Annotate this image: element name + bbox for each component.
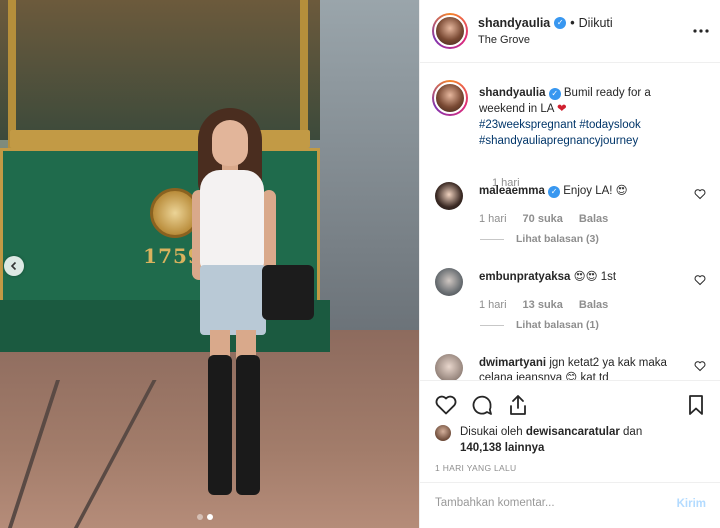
like-heart-icon[interactable] <box>434 393 458 417</box>
liker-username[interactable]: dewisancaratular <box>526 426 620 438</box>
post-header: shandyaulia ✓ • Diikuti The Grove <box>420 0 720 63</box>
caption-text: shandyaulia ✓ Bumil ready for a weekend … <box>479 85 689 149</box>
post-timestamp[interactable]: 1 HARI YANG LALU <box>435 463 517 473</box>
heart-outline-icon[interactable] <box>694 360 706 372</box>
verified-badge-icon: ✓ <box>554 17 567 29</box>
more-options-button[interactable] <box>693 20 709 38</box>
hashtag-link[interactable]: #23weekspregnant <box>479 119 576 131</box>
comment-text: embunpratyaksa 😍😍 1st <box>479 270 689 285</box>
comment-likes[interactable]: 70 suka <box>523 213 563 225</box>
verified-badge-icon: ✓ <box>548 88 561 100</box>
bookmark-icon[interactable] <box>684 393 708 417</box>
avatar[interactable] <box>435 354 463 380</box>
chevron-left-icon <box>10 261 17 271</box>
send-comment-button[interactable]: Kirim <box>677 498 706 510</box>
likes-and: dan <box>623 426 643 438</box>
separator-dot: • <box>570 16 575 30</box>
photo-building <box>309 0 419 330</box>
comment-text: maleaemma ✓ Enjoy LA! 😍 <box>479 184 689 199</box>
follow-status[interactable]: Diikuti <box>579 16 613 30</box>
view-replies-button[interactable]: Lihat balasan (1) <box>480 319 599 331</box>
divider <box>480 324 504 326</box>
reply-button[interactable]: Balas <box>579 213 608 225</box>
view-replies-label: Lihat balasan (3) <box>516 233 599 245</box>
share-upload-icon[interactable] <box>506 393 530 417</box>
handbag <box>262 265 314 320</box>
verified-badge-icon: ✓ <box>548 186 561 198</box>
avatar[interactable] <box>435 182 463 210</box>
avatar[interactable] <box>432 13 468 49</box>
header-username[interactable]: shandyaulia <box>478 16 550 30</box>
carousel-prev-button[interactable] <box>4 256 24 276</box>
comment-input[interactable] <box>435 497 645 509</box>
carousel-dot <box>197 514 203 520</box>
heart-emoji: ❤ <box>557 103 567 115</box>
header-user: shandyaulia ✓ • Diikuti <box>478 16 613 30</box>
reply-button[interactable]: Balas <box>579 299 608 311</box>
view-replies-button[interactable]: Lihat balasan (3) <box>480 233 599 245</box>
comment-username[interactable]: maleaemma <box>479 185 545 197</box>
comment-username[interactable]: embunpratyaksa <box>479 271 570 283</box>
add-comment-bar: Kirim <box>420 482 720 528</box>
heart-outline-icon[interactable] <box>694 274 706 286</box>
carousel-dots <box>197 514 213 520</box>
carousel-dot-active <box>207 514 213 520</box>
more-horizontal-icon <box>693 29 709 33</box>
comment-likes[interactable]: 13 suka <box>523 299 563 311</box>
avatar[interactable] <box>432 80 468 116</box>
likes-text: Disukai oleh dewisancaratular dan 140,13… <box>460 424 710 456</box>
likes-others-link[interactable]: 140,138 lainnya <box>460 442 544 454</box>
heart-outline-icon[interactable] <box>694 188 706 200</box>
comment-body: 😍😍 1st <box>573 271 617 283</box>
location-link[interactable]: The Grove <box>478 34 530 46</box>
comment-body: Enjoy LA! 😍 <box>563 185 628 197</box>
comment-time[interactable]: 1 hari <box>479 213 507 225</box>
post-sidebar: shandyaulia ✓ • Diikuti The Grove shandy… <box>419 0 720 528</box>
view-replies-label: Lihat balasan (1) <box>516 319 599 331</box>
likes-prefix: Disukai oleh <box>460 426 523 438</box>
comment-time[interactable]: 1 hari <box>479 299 507 311</box>
comment-text: dwimartyani jgn ketat2 ya kak maka celan… <box>479 356 689 380</box>
comment-username[interactable]: dwimartyani <box>479 357 546 369</box>
post-photo[interactable]: 1759 <box>0 0 419 528</box>
avatar[interactable] <box>435 425 451 441</box>
woman-figure <box>180 100 314 500</box>
comment-bubble-icon[interactable] <box>470 393 494 417</box>
comment-meta: 1 hari 13 suka Balas <box>479 299 608 311</box>
avatar[interactable] <box>435 268 463 296</box>
comment-meta: 1 hari 70 suka Balas <box>479 213 608 225</box>
divider <box>480 238 504 240</box>
caption-username[interactable]: shandyaulia <box>479 87 545 99</box>
action-bar <box>420 380 720 428</box>
hashtag-link[interactable]: #shandyauliapregnancyjourney <box>479 135 638 147</box>
comments-list[interactable]: shandyaulia ✓ Bumil ready for a weekend … <box>420 64 720 380</box>
hashtag-link[interactable]: #todayslook <box>579 119 640 131</box>
